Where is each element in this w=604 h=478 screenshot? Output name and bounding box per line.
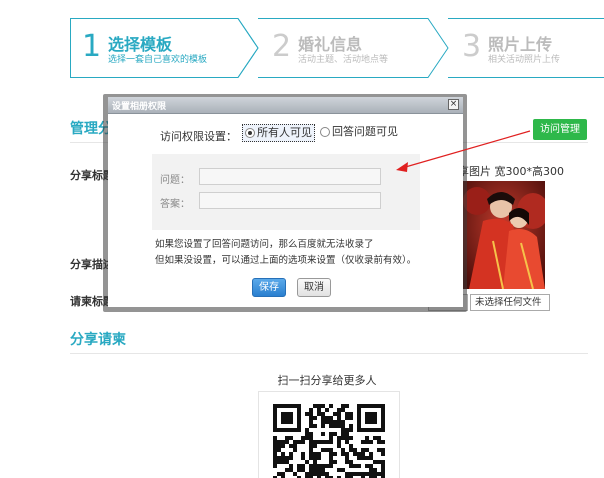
share-image-preview <box>463 181 545 289</box>
seo-note-line-2: 但如果没设置，可以通过上面的选项来设置（仅收录前有效）。 <box>155 255 417 266</box>
qr-code-box <box>258 391 400 478</box>
close-icon[interactable]: × <box>448 99 459 110</box>
share-section-title: 分享请柬 <box>70 332 126 348</box>
section-divider <box>70 353 588 354</box>
question-input[interactable] <box>199 168 381 185</box>
radio-unchecked-icon <box>320 127 330 137</box>
file-name-display: 未选择任何文件 <box>470 294 550 311</box>
qr-code-icon <box>273 404 385 478</box>
permission-dialog: 设置相册权限 × 访问权限设置： 所有人可见 回答问题可见 问题： 答案： 如果… <box>108 97 463 307</box>
access-manage-button[interactable]: 访问管理 <box>533 119 587 140</box>
permission-label: 访问权限设置： <box>160 130 237 143</box>
answer-label: 答案： <box>160 199 190 210</box>
radio-everyone[interactable]: 所有人可见 <box>242 124 315 142</box>
qr-caption: 扫一扫分享给更多人 <box>277 374 377 387</box>
step-subtitle: 相关活动照片上传 <box>488 55 561 65</box>
dialog-titlebar[interactable]: 设置相册权限 × <box>108 97 463 114</box>
radio-answer-question[interactable]: 回答问题可见 <box>318 124 398 142</box>
step-number: 1 <box>82 29 102 64</box>
question-label: 问题： <box>160 175 190 186</box>
cancel-button[interactable]: 取消 <box>297 278 331 297</box>
answer-input[interactable] <box>199 192 381 209</box>
dialog-title: 设置相册权限 <box>112 102 167 112</box>
share-image-hint: 享图片 宽300*高300 <box>458 165 564 178</box>
question-answer-panel: 问题： 答案： <box>152 154 420 230</box>
save-button[interactable]: 保存 <box>252 278 286 297</box>
radio-checked-icon <box>245 128 255 138</box>
step-number: 2 <box>272 29 292 64</box>
step-subtitle: 活动主题、活动地点等 <box>298 55 389 65</box>
radio-answer-label: 回答问题可见 <box>332 125 398 138</box>
step-number: 3 <box>462 29 482 64</box>
seo-note-line-1: 如果您设置了回答问题访问，那么百度就无法收录了 <box>155 239 374 250</box>
radio-everyone-label: 所有人可见 <box>257 126 312 139</box>
wedding-photo <box>463 181 545 289</box>
step-subtitle: 选择一套自己喜欢的模板 <box>108 55 208 65</box>
wizard-steps: 1 选择模板 选择一套自己喜欢的模板 2 婚礼信息 活动主题、活动地点等 3 照… <box>70 18 604 78</box>
